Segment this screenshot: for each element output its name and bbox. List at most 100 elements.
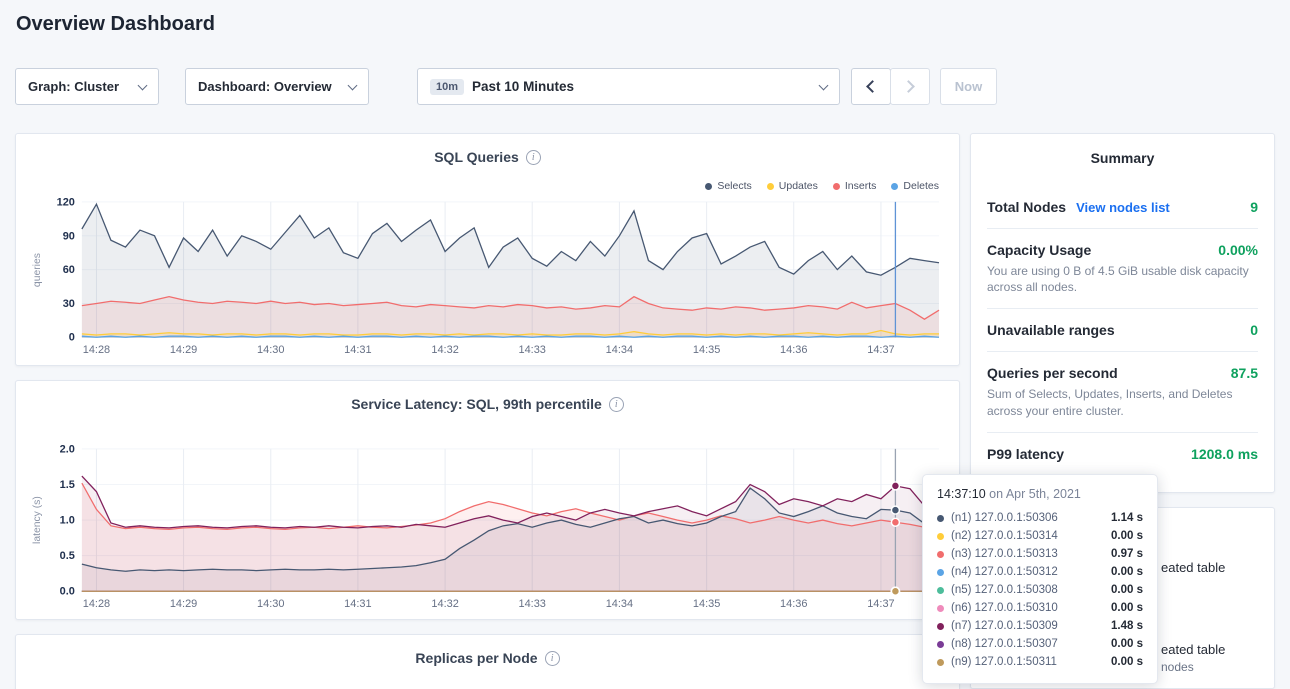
replicas-title: Replicas per Node <box>415 650 537 666</box>
capacity-value: 0.00% <box>1218 242 1258 258</box>
total-nodes-value: 9 <box>1250 199 1258 215</box>
tooltip-node-row: (n1) 127.0.0.1:503061.14 s <box>937 509 1143 527</box>
unavailable-ranges-value: 0 <box>1250 322 1258 338</box>
node-color-dot-icon <box>937 641 944 648</box>
tooltip-node-label: (n7) 127.0.0.1:50309 <box>951 620 1058 632</box>
info-icon[interactable] <box>545 651 560 666</box>
legend-item-selects[interactable]: Selects <box>705 180 751 192</box>
svg-text:14:31: 14:31 <box>344 598 371 610</box>
node-color-dot-icon <box>937 605 944 612</box>
p99-latency-value: 1208.0 ms <box>1191 446 1258 462</box>
legend-dot-icon <box>891 183 898 190</box>
time-range-dropdown[interactable]: 10m Past 10 Minutes <box>417 68 840 105</box>
sql-queries-title: SQL Queries <box>434 149 519 165</box>
time-range-badge: 10m <box>430 79 464 95</box>
service-latency-panel: Service Latency: SQL, 99th percentile 14… <box>15 380 960 620</box>
svg-text:2.0: 2.0 <box>60 443 75 455</box>
tooltip-node-label: (n9) 127.0.0.1:50311 <box>951 656 1057 668</box>
tooltip-node-value: 0.97 s <box>1111 548 1143 560</box>
svg-text:14:37: 14:37 <box>867 598 894 610</box>
svg-text:14:28: 14:28 <box>83 598 110 610</box>
tooltip-node-value: 0.00 s <box>1111 566 1143 578</box>
svg-text:120: 120 <box>57 196 75 208</box>
svg-text:0.5: 0.5 <box>60 550 75 562</box>
svg-text:queries: queries <box>32 253 43 287</box>
event-text-fragment: eated table <box>1161 560 1225 575</box>
page-title: Overview Dashboard <box>16 13 215 36</box>
info-icon[interactable] <box>609 397 624 412</box>
svg-text:14:29: 14:29 <box>170 344 197 356</box>
svg-text:14:28: 14:28 <box>83 344 110 356</box>
svg-text:latency (s): latency (s) <box>32 496 43 544</box>
view-nodes-list-link[interactable]: View nodes list <box>1076 200 1170 215</box>
capacity-subtext: You are using 0 B of 4.5 GiB usable disk… <box>987 263 1258 295</box>
tooltip-node-label: (n5) 127.0.0.1:50308 <box>951 584 1058 596</box>
node-color-dot-icon <box>937 623 944 630</box>
tooltip-node-value: 0.00 s <box>1111 638 1143 650</box>
svg-text:14:33: 14:33 <box>518 344 545 356</box>
sql-queries-chart-area: 14:28 14:29 14:30 14:31 14:32 14:33 14:34 14:35… <box>28 196 947 359</box>
tooltip-node-value: 0.00 s <box>1111 584 1143 596</box>
svg-text:90: 90 <box>63 230 75 242</box>
legend-item-inserts[interactable]: Inserts <box>833 180 877 192</box>
chevron-right-icon <box>902 80 915 93</box>
svg-text:0: 0 <box>69 332 75 344</box>
node-color-dot-icon <box>937 515 944 522</box>
tooltip-node-row: (n4) 127.0.0.1:503120.00 s <box>937 563 1143 581</box>
chart-tooltip: 14:37:10 on Apr 5th, 2021 (n1) 127.0.0.1… <box>922 474 1158 684</box>
chevron-down-icon <box>819 80 829 90</box>
svg-text:14:36: 14:36 <box>780 598 807 610</box>
graph-dropdown[interactable]: Graph: Cluster <box>15 68 159 105</box>
now-button[interactable]: Now <box>940 68 997 105</box>
svg-text:14:35: 14:35 <box>693 598 720 610</box>
node-color-dot-icon <box>937 659 944 666</box>
tooltip-node-row: (n7) 127.0.0.1:50309 1.48 s <box>937 617 1143 635</box>
total-nodes-label: Total Nodes <box>987 199 1066 215</box>
tooltip-node-label: (n6) 127.0.0.1:50310 <box>951 602 1058 614</box>
tooltip-node-row: (n9) 127.0.0.1:50311 0.00 s <box>937 653 1143 671</box>
capacity-label: Capacity Usage <box>987 242 1091 258</box>
tooltip-node-value: 1.48 s <box>1111 620 1143 632</box>
summary-row-capacity: Capacity Usage 0.00% You are using 0 B o… <box>971 229 1274 308</box>
svg-text:14:35: 14:35 <box>693 344 720 356</box>
tooltip-node-row: (n8) 127.0.0.1:503070.00 s <box>937 635 1143 653</box>
svg-text:14:30: 14:30 <box>257 344 284 356</box>
time-next-button[interactable] <box>890 68 930 105</box>
tooltip-time: 14:37:10 <box>937 487 986 501</box>
svg-text:60: 60 <box>63 264 75 276</box>
svg-text:1.5: 1.5 <box>60 479 75 491</box>
node-color-dot-icon <box>937 533 944 540</box>
summary-row-unavailable-ranges: Unavailable ranges 0 <box>971 309 1274 351</box>
tooltip-node-row: (n3) 127.0.0.1:50313 0.97 s <box>937 545 1143 563</box>
tooltip-node-value: 0.00 s <box>1111 656 1143 668</box>
tooltip-node-label: (n3) 127.0.0.1:50313 <box>951 548 1058 560</box>
svg-text:14:32: 14:32 <box>431 344 458 356</box>
summary-panel: Summary Total Nodes View nodes list 9 Ca… <box>970 133 1275 493</box>
svg-text:14:34: 14:34 <box>606 344 633 356</box>
dashboard-dropdown-label: Dashboard: Overview <box>198 79 332 94</box>
svg-text:14:37: 14:37 <box>867 344 894 356</box>
svg-text:30: 30 <box>63 298 75 310</box>
legend-item-deletes[interactable]: Deletes <box>891 180 939 192</box>
service-latency-title: Service Latency: SQL, 99th percentile <box>351 396 602 412</box>
tooltip-node-value: 1.14 s <box>1111 512 1143 524</box>
replicas-per-node-panel: Replicas per Node <box>15 634 960 689</box>
service-latency-chart-area: 14:2814:2914:3014:3114:3214:3314:3414:35… <box>28 443 947 613</box>
graph-dropdown-label: Graph: Cluster <box>28 79 119 94</box>
unavailable-ranges-label: Unavailable ranges <box>987 322 1115 338</box>
info-icon[interactable] <box>526 150 541 165</box>
qps-label: Queries per second <box>987 365 1118 381</box>
legend-item-updates[interactable]: Updates <box>767 180 818 192</box>
sql-queries-legend: Selects Updates Inserts Deletes <box>705 180 939 192</box>
time-prev-button[interactable] <box>851 68 891 105</box>
legend-dot-icon <box>705 183 712 190</box>
service-latency-chart[interactable]: 14:2814:2914:3014:3114:3214:3314:3414:35… <box>28 443 947 613</box>
svg-text:1.0: 1.0 <box>60 515 75 527</box>
dashboard-dropdown[interactable]: Dashboard: Overview <box>185 68 369 105</box>
event-text-fragment: eated table <box>1161 642 1225 657</box>
replicas-title-row: Replicas per Node <box>16 635 959 666</box>
sql-queries-chart[interactable]: 14:28 14:29 14:30 14:31 14:32 14:33 14:34 14:35… <box>28 196 947 359</box>
qps-value: 87.5 <box>1231 365 1258 381</box>
chevron-left-icon <box>866 80 879 93</box>
svg-text:14:31: 14:31 <box>344 344 371 356</box>
